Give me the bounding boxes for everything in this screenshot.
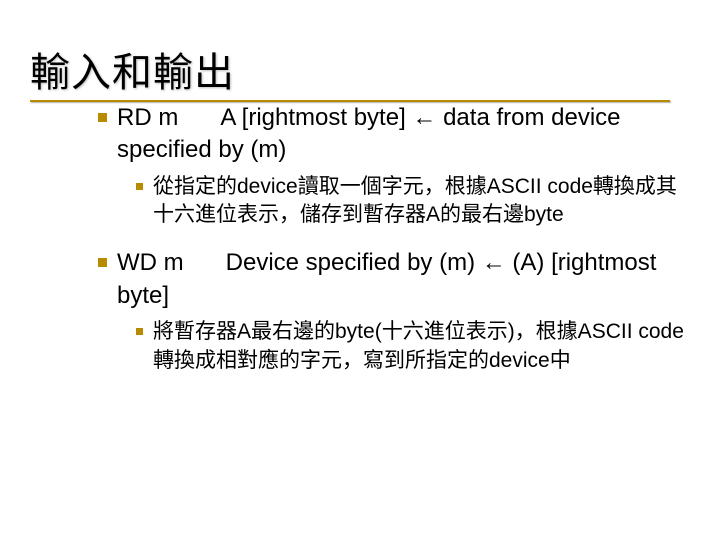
title-block: 輸入和輸出 [30,40,690,102]
slide-title: 輸入和輸出 [30,40,690,98]
list-item: 將暫存器A最右邊的byte(十六進位表示)，根據ASCII code轉換成相對應… [136,318,690,375]
bullet-list-level2: 將暫存器A最右邊的byte(十六進位表示)，根據ASCII code轉換成相對應… [136,318,690,375]
list-item: RD mA [rightmost byte] ← data from devic… [98,102,690,229]
item-main-text: RD mA [rightmost byte] ← data from devic… [117,102,690,167]
square-bullet-icon [136,183,143,190]
list-item: WD mDevice specified by (m) ← (A) [right… [98,247,690,374]
bullet-list-level1: RD mA [rightmost byte] ← data from devic… [98,102,690,375]
list-item: 從指定的device讀取一個字元，根據ASCII code轉換成其十六進位表示，… [136,173,690,230]
bullet-row: RD mA [rightmost byte] ← data from devic… [98,102,690,167]
item-sub-text: 將暫存器A最右邊的byte(十六進位表示)，根據ASCII code轉換成相對應… [153,318,690,375]
item-sub-text: 從指定的device讀取一個字元，根據ASCII code轉換成其十六進位表示，… [153,173,690,230]
item-rest: Device specified by (m) ← (A) [rightmost… [117,249,656,308]
item-rest: A [rightmost byte] ← data from device sp… [117,104,621,163]
square-bullet-icon [136,328,143,335]
item-prefix: RD m [117,104,178,131]
square-bullet-icon [98,113,107,122]
square-bullet-icon [98,258,107,267]
item-prefix: WD m [117,249,184,276]
bullet-row: WD mDevice specified by (m) ← (A) [right… [98,247,690,312]
item-main-text: WD mDevice specified by (m) ← (A) [right… [117,247,690,312]
bullet-list-level2: 從指定的device讀取一個字元，根據ASCII code轉換成其十六進位表示，… [136,173,690,230]
slide: 輸入和輸出 RD mA [rightmost byte] ← data from… [0,0,720,423]
